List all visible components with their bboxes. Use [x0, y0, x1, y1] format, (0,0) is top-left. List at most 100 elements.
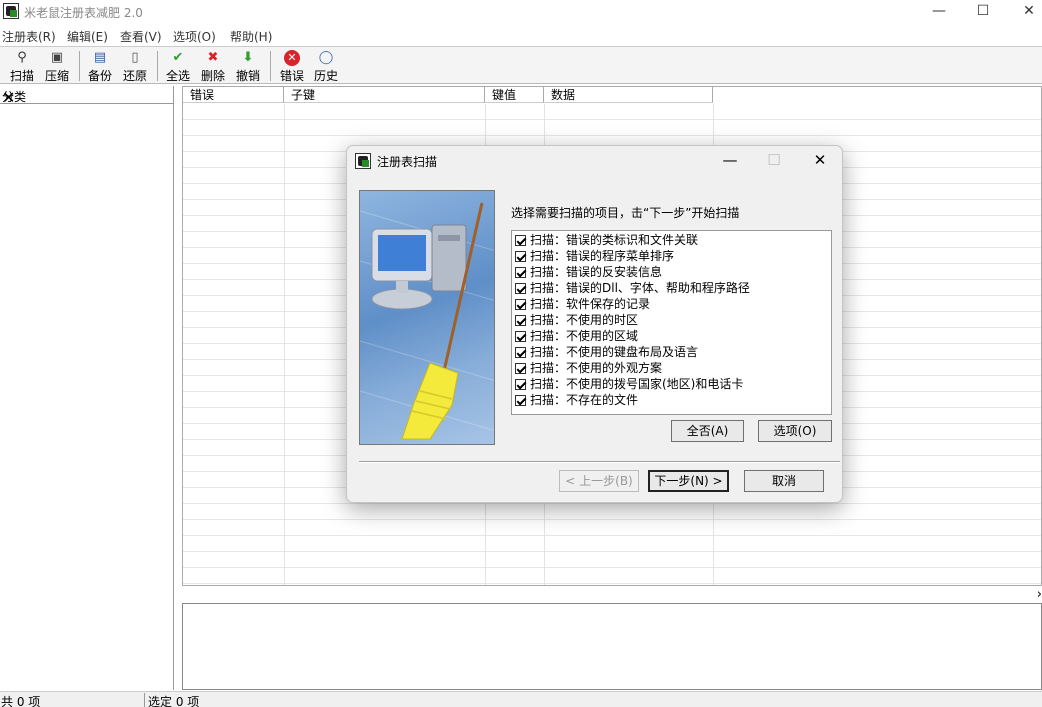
dialog-minimize-button[interactable]: — — [710, 149, 750, 171]
history-label: 历史 — [313, 69, 338, 83]
history-icon: ◯ — [318, 50, 334, 65]
checkbox-checked[interactable] — [515, 347, 526, 358]
dialog-close-button[interactable]: ✕ — [800, 149, 840, 171]
select-all-button[interactable]: ✔ 全选 — [161, 49, 195, 83]
checkbox-checked[interactable] — [515, 379, 526, 390]
scan-item[interactable]: 扫描：错误的反安装信息 — [515, 264, 662, 280]
undo-label: 撤销 — [235, 69, 260, 83]
scan-item-label: 扫描：错误的Dll、字体、帮助和程序路径 — [530, 281, 750, 295]
select-all-label: 全选 — [165, 69, 190, 83]
scan-item-list: 扫描：错误的类标识和文件关联 扫描：错误的程序菜单排序 扫描：错误的反安装信息 … — [511, 230, 832, 415]
checkbox-checked[interactable] — [515, 235, 526, 246]
category-close-button[interactable]: ✕ — [2, 88, 171, 107]
menu-help[interactable]: 帮助(H) — [230, 28, 272, 45]
scan-item[interactable]: 扫描：不使用的区域 — [515, 328, 638, 344]
backup-button[interactable]: ▤ 备份 — [83, 49, 117, 83]
scan-item[interactable]: 扫描：不使用的键盘布局及语言 — [515, 344, 698, 360]
detail-pane — [182, 603, 1042, 690]
status-selected: 选定 0 项 — [148, 695, 200, 707]
checkbox-checked[interactable] — [515, 283, 526, 294]
column-subkey[interactable]: 子键 — [284, 87, 485, 103]
scan-item-label: 扫描：不使用的区域 — [530, 329, 639, 343]
delete-button[interactable]: ✖ 删除 — [196, 49, 230, 83]
history-button[interactable]: ◯ 历史 — [309, 49, 343, 83]
scan-item[interactable]: 扫描：错误的程序菜单排序 — [515, 248, 674, 264]
scan-item-label: 扫描：错误的类标识和文件关联 — [530, 233, 699, 247]
options-button[interactable]: 选项(O) — [758, 420, 832, 442]
scan-item[interactable]: 扫描：错误的类标识和文件关联 — [515, 232, 698, 248]
column-error[interactable]: 错误 — [183, 87, 284, 103]
magnifier-icon: ⚲ — [17, 50, 27, 65]
restore-label: 还原 — [122, 69, 147, 83]
pane-splitter[interactable]: › — [182, 587, 1042, 602]
column-data[interactable]: 数据 — [544, 87, 713, 103]
scan-item-label: 扫描：不使用的拨号国家(地区)和电话卡 — [530, 377, 744, 391]
undo-button[interactable]: ⬇ 撤销 — [231, 49, 265, 83]
checkbox-checked[interactable] — [515, 331, 526, 342]
errors-button[interactable]: ✕ 错误 — [275, 49, 309, 83]
back-button: < 上一步(B) — [559, 470, 639, 492]
error-icon: ✕ — [284, 50, 300, 66]
scan-item-label: 扫描：不存在的文件 — [530, 393, 639, 407]
menu-options[interactable]: 选项(O) — [173, 28, 216, 45]
green-arrow-icon: ⬇ — [242, 50, 254, 65]
checkbox-checked[interactable] — [515, 315, 526, 326]
scan-item-label: 扫描：错误的程序菜单排序 — [530, 249, 675, 263]
scan-item[interactable]: 扫描：不存在的文件 — [515, 392, 638, 408]
checkmark-icon: ✔ — [172, 50, 184, 65]
scan-item-label: 扫描：不使用的键盘布局及语言 — [530, 345, 699, 359]
compress-button[interactable]: ▣ 压缩 — [40, 49, 74, 83]
column-value[interactable]: 键值 — [485, 87, 544, 103]
menu-bar: 注册表(R) 编辑(E) 查看(V) 选项(O) 帮助(H) — [0, 25, 1042, 45]
compress-label: 压缩 — [44, 69, 69, 83]
checkbox-checked[interactable] — [515, 299, 526, 310]
status-bar: 共 0 项 选定 0 项 — [0, 691, 1042, 707]
minimize-button[interactable]: — — [916, 0, 962, 24]
close-button[interactable]: ✕ — [1006, 0, 1042, 24]
scan-dialog: 注册表扫描 — ☐ ✕ 选择需要扫描的项目，击“下一步”开始扫描 扫描：错误的类… — [346, 145, 843, 503]
scan-item[interactable]: 扫描：错误的Dll、字体、帮助和程序路径 — [515, 280, 750, 296]
menu-edit[interactable]: 编辑(E) — [67, 28, 108, 45]
errors-label: 错误 — [279, 69, 304, 83]
status-total: 共 0 项 — [0, 693, 145, 707]
maximize-button[interactable]: ☐ — [960, 0, 1006, 24]
chevron-right-icon[interactable]: › — [1037, 587, 1042, 602]
backup-label: 备份 — [87, 69, 112, 83]
app-icon — [3, 3, 19, 19]
dialog-title: 注册表扫描 — [377, 155, 438, 169]
dialog-separator — [359, 461, 840, 463]
grid-line — [284, 104, 285, 585]
menu-registry[interactable]: 注册表(R) — [2, 28, 56, 45]
next-button[interactable]: 下一步(N) > — [648, 470, 729, 492]
backup-icon: ▤ — [93, 50, 107, 65]
checkbox-checked[interactable] — [515, 251, 526, 262]
dialog-maximize-button: ☐ — [767, 151, 781, 169]
broom-computer-illustration — [359, 190, 495, 445]
delete-label: 删除 — [200, 69, 225, 83]
cancel-button[interactable]: 取消 — [744, 470, 824, 492]
menu-view[interactable]: 查看(V) — [120, 28, 162, 45]
category-pane: 分类 ✕ — [0, 86, 174, 690]
checkbox-checked[interactable] — [515, 395, 526, 406]
scan-item[interactable]: 扫描：不使用的时区 — [515, 312, 638, 328]
checkbox-checked[interactable] — [515, 363, 526, 374]
toolbar: ⚲ 扫描 ▣ 压缩 ▤ 备份 ▯ 还原 ✔ 全选 ✖ 删除 ⬇ 撤销 ✕ 错误 … — [0, 46, 1042, 84]
window-title: 米老鼠注册表减肥 2.0 — [24, 6, 143, 20]
restore-button[interactable]: ▯ 还原 — [118, 49, 152, 83]
scan-item-label: 扫描：错误的反安装信息 — [530, 265, 663, 279]
checkbox-checked[interactable] — [515, 267, 526, 278]
scan-item-label: 扫描：不使用的外观方案 — [530, 361, 663, 375]
toolbar-separator — [157, 51, 158, 81]
dialog-app-icon — [355, 153, 371, 169]
scan-button[interactable]: ⚲ 扫描 — [5, 49, 39, 83]
scan-item[interactable]: 扫描：软件保存的记录 — [515, 296, 650, 312]
scan-item[interactable]: 扫描：不使用的外观方案 — [515, 360, 662, 376]
select-none-button[interactable]: 全否(A) — [671, 420, 744, 442]
restore-icon: ▯ — [131, 50, 139, 65]
compress-icon: ▣ — [50, 50, 64, 65]
toolbar-separator — [79, 51, 80, 81]
scan-item-label: 扫描：软件保存的记录 — [530, 297, 651, 311]
toolbar-separator — [270, 51, 271, 81]
title-bar: 米老鼠注册表减肥 2.0 — ☐ ✕ — [0, 0, 1042, 24]
scan-item[interactable]: 扫描：不使用的拨号国家(地区)和电话卡 — [515, 376, 743, 392]
